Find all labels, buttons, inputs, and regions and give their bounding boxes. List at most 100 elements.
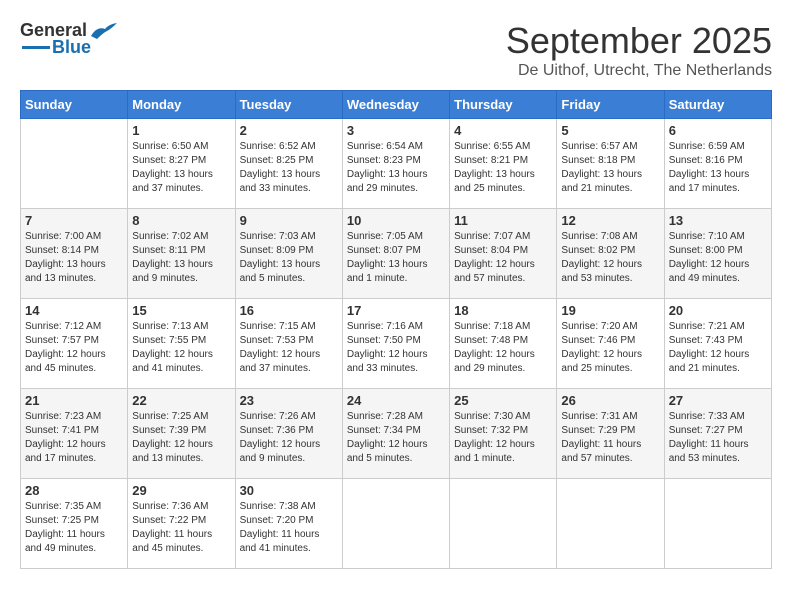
calendar-cell: 28 Sunrise: 7:35 AM Sunset: 7:25 PM Dayli… xyxy=(21,479,128,569)
day-info: Sunrise: 6:50 AM Sunset: 8:27 PM Dayligh… xyxy=(132,140,230,196)
calendar-cell: 5 Sunrise: 6:57 AM Sunset: 8:18 PM Daylig… xyxy=(557,119,664,209)
calendar-cell: 20 Sunrise: 7:21 AM Sunset: 7:43 PM Dayli… xyxy=(664,299,771,389)
day-number: 26 xyxy=(561,393,659,408)
calendar-day-header: Thursday xyxy=(450,91,557,119)
calendar-day-header: Friday xyxy=(557,91,664,119)
calendar-cell: 10 Sunrise: 7:05 AM Sunset: 8:07 PM Dayli… xyxy=(342,209,449,299)
day-number: 24 xyxy=(347,393,445,408)
day-info: Sunrise: 7:02 AM Sunset: 8:11 PM Dayligh… xyxy=(132,230,230,286)
day-number: 27 xyxy=(669,393,767,408)
day-number: 10 xyxy=(347,213,445,228)
calendar-day-header: Tuesday xyxy=(235,91,342,119)
day-number: 25 xyxy=(454,393,552,408)
day-info: Sunrise: 7:00 AM Sunset: 8:14 PM Dayligh… xyxy=(25,230,123,286)
calendar-cell xyxy=(21,119,128,209)
month-title: September 2025 xyxy=(506,20,772,62)
day-info: Sunrise: 7:35 AM Sunset: 7:25 PM Dayligh… xyxy=(25,500,123,556)
calendar-cell: 4 Sunrise: 6:55 AM Sunset: 8:21 PM Daylig… xyxy=(450,119,557,209)
day-info: Sunrise: 6:55 AM Sunset: 8:21 PM Dayligh… xyxy=(454,140,552,196)
calendar-header-row: SundayMondayTuesdayWednesdayThursdayFrid… xyxy=(21,91,772,119)
calendar-cell: 15 Sunrise: 7:13 AM Sunset: 7:55 PM Dayli… xyxy=(128,299,235,389)
calendar-cell: 24 Sunrise: 7:28 AM Sunset: 7:34 PM Dayli… xyxy=(342,389,449,479)
day-number: 23 xyxy=(240,393,338,408)
day-number: 3 xyxy=(347,123,445,138)
day-number: 2 xyxy=(240,123,338,138)
calendar-cell: 1Sunrise: 6:50 AM Sunset: 8:27 PM Daylig… xyxy=(128,119,235,209)
day-info: Sunrise: 7:31 AM Sunset: 7:29 PM Dayligh… xyxy=(561,410,659,466)
day-info: Sunrise: 6:59 AM Sunset: 8:16 PM Dayligh… xyxy=(669,140,767,196)
calendar-cell: 7 Sunrise: 7:00 AM Sunset: 8:14 PM Daylig… xyxy=(21,209,128,299)
calendar-cell xyxy=(450,479,557,569)
calendar-cell: 25 Sunrise: 7:30 AM Sunset: 7:32 PM Dayli… xyxy=(450,389,557,479)
calendar-cell: 11 Sunrise: 7:07 AM Sunset: 8:04 PM Dayli… xyxy=(450,209,557,299)
calendar-cell: 14 Sunrise: 7:12 AM Sunset: 7:57 PM Dayli… xyxy=(21,299,128,389)
day-info: Sunrise: 7:23 AM Sunset: 7:41 PM Dayligh… xyxy=(25,410,123,466)
day-number: 28 xyxy=(25,483,123,498)
day-number: 11 xyxy=(454,213,552,228)
calendar-day-header: Saturday xyxy=(664,91,771,119)
day-info: Sunrise: 7:16 AM Sunset: 7:50 PM Dayligh… xyxy=(347,320,445,376)
day-info: Sunrise: 6:57 AM Sunset: 8:18 PM Dayligh… xyxy=(561,140,659,196)
day-number: 8 xyxy=(132,213,230,228)
calendar-day-header: Sunday xyxy=(21,91,128,119)
day-info: Sunrise: 7:10 AM Sunset: 8:00 PM Dayligh… xyxy=(669,230,767,286)
day-info: Sunrise: 6:52 AM Sunset: 8:25 PM Dayligh… xyxy=(240,140,338,196)
day-number: 21 xyxy=(25,393,123,408)
day-info: Sunrise: 7:26 AM Sunset: 7:36 PM Dayligh… xyxy=(240,410,338,466)
day-info: Sunrise: 7:07 AM Sunset: 8:04 PM Dayligh… xyxy=(454,230,552,286)
day-number: 5 xyxy=(561,123,659,138)
calendar-cell: 3Sunrise: 6:54 AM Sunset: 8:23 PM Daylig… xyxy=(342,119,449,209)
logo: General Blue xyxy=(20,20,117,58)
day-info: Sunrise: 7:08 AM Sunset: 8:02 PM Dayligh… xyxy=(561,230,659,286)
day-info: Sunrise: 7:12 AM Sunset: 7:57 PM Dayligh… xyxy=(25,320,123,376)
day-number: 14 xyxy=(25,303,123,318)
day-info: Sunrise: 7:05 AM Sunset: 8:07 PM Dayligh… xyxy=(347,230,445,286)
day-info: Sunrise: 7:13 AM Sunset: 7:55 PM Dayligh… xyxy=(132,320,230,376)
calendar-cell xyxy=(557,479,664,569)
calendar-cell xyxy=(664,479,771,569)
day-info: Sunrise: 7:36 AM Sunset: 7:22 PM Dayligh… xyxy=(132,500,230,556)
calendar-cell: 12 Sunrise: 7:08 AM Sunset: 8:02 PM Dayli… xyxy=(557,209,664,299)
calendar-cell: 30 Sunrise: 7:38 AM Sunset: 7:20 PM Dayli… xyxy=(235,479,342,569)
day-number: 15 xyxy=(132,303,230,318)
day-info: Sunrise: 7:38 AM Sunset: 7:20 PM Dayligh… xyxy=(240,500,338,556)
calendar-day-header: Wednesday xyxy=(342,91,449,119)
logo-bird-icon xyxy=(89,21,117,41)
calendar-week-row: 14 Sunrise: 7:12 AM Sunset: 7:57 PM Dayli… xyxy=(21,299,772,389)
day-number: 16 xyxy=(240,303,338,318)
calendar-cell: 2 Sunrise: 6:52 AM Sunset: 8:25 PM Daylig… xyxy=(235,119,342,209)
day-info: Sunrise: 7:21 AM Sunset: 7:43 PM Dayligh… xyxy=(669,320,767,376)
day-number: 13 xyxy=(669,213,767,228)
day-number: 29 xyxy=(132,483,230,498)
day-number: 9 xyxy=(240,213,338,228)
calendar-cell: 9 Sunrise: 7:03 AM Sunset: 8:09 PM Daylig… xyxy=(235,209,342,299)
day-info: Sunrise: 7:25 AM Sunset: 7:39 PM Dayligh… xyxy=(132,410,230,466)
calendar-cell: 23 Sunrise: 7:26 AM Sunset: 7:36 PM Dayli… xyxy=(235,389,342,479)
calendar-table: SundayMondayTuesdayWednesdayThursdayFrid… xyxy=(20,90,772,569)
page-header: General Blue September 2025 De Uithof, U… xyxy=(20,20,772,80)
calendar-cell: 6Sunrise: 6:59 AM Sunset: 8:16 PM Daylig… xyxy=(664,119,771,209)
day-number: 30 xyxy=(240,483,338,498)
calendar-week-row: 21 Sunrise: 7:23 AM Sunset: 7:41 PM Dayli… xyxy=(21,389,772,479)
day-number: 22 xyxy=(132,393,230,408)
day-number: 18 xyxy=(454,303,552,318)
day-number: 4 xyxy=(454,123,552,138)
calendar-day-header: Monday xyxy=(128,91,235,119)
day-info: Sunrise: 7:30 AM Sunset: 7:32 PM Dayligh… xyxy=(454,410,552,466)
calendar-cell: 26 Sunrise: 7:31 AM Sunset: 7:29 PM Dayli… xyxy=(557,389,664,479)
day-number: 12 xyxy=(561,213,659,228)
day-number: 7 xyxy=(25,213,123,228)
title-section: September 2025 De Uithof, Utrecht, The N… xyxy=(506,20,772,80)
day-number: 20 xyxy=(669,303,767,318)
calendar-cell: 13 Sunrise: 7:10 AM Sunset: 8:00 PM Dayli… xyxy=(664,209,771,299)
location-title: De Uithof, Utrecht, The Netherlands xyxy=(506,62,772,80)
logo-blue-text: Blue xyxy=(52,37,91,58)
day-info: Sunrise: 7:03 AM Sunset: 8:09 PM Dayligh… xyxy=(240,230,338,286)
day-info: Sunrise: 7:28 AM Sunset: 7:34 PM Dayligh… xyxy=(347,410,445,466)
day-info: Sunrise: 7:20 AM Sunset: 7:46 PM Dayligh… xyxy=(561,320,659,376)
day-number: 17 xyxy=(347,303,445,318)
calendar-cell: 21 Sunrise: 7:23 AM Sunset: 7:41 PM Dayli… xyxy=(21,389,128,479)
calendar-cell: 16Sunrise: 7:15 AM Sunset: 7:53 PM Dayli… xyxy=(235,299,342,389)
calendar-cell: 22 Sunrise: 7:25 AM Sunset: 7:39 PM Dayli… xyxy=(128,389,235,479)
calendar-week-row: 28 Sunrise: 7:35 AM Sunset: 7:25 PM Dayli… xyxy=(21,479,772,569)
